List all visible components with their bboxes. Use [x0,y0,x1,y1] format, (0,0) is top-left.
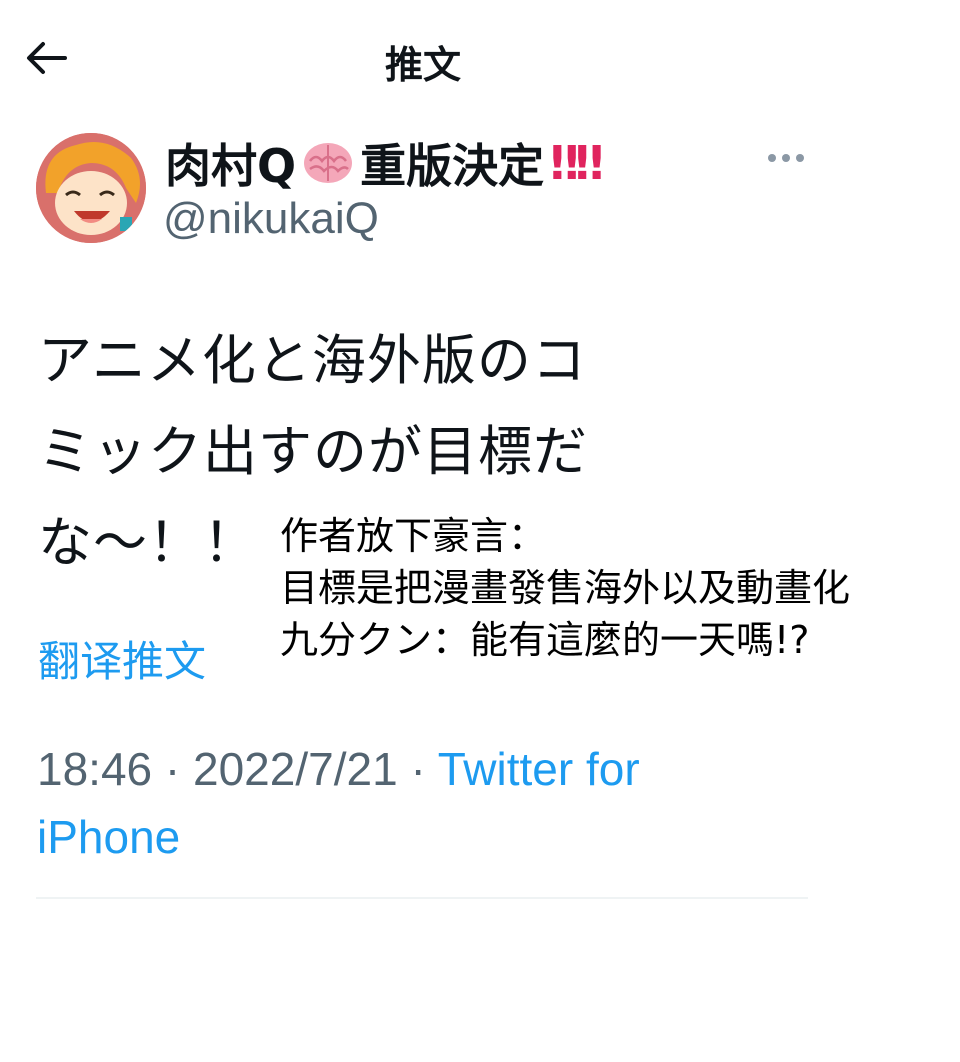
caption-line: 九分クン：能有這麼的一天嗎!? [280,618,810,662]
double-exclamation-icon: ‼‼ [550,136,604,190]
overlay-caption: 作者放下豪言： 目標是把漫畫發售海外以及動畫化 九分クン：能有這麼的一天嗎!? [280,510,950,666]
avatar-image [36,133,146,243]
page-title: 推文 [384,43,461,87]
meta-separator: · [410,743,426,795]
tweet-time: 18:46 [37,743,153,795]
translate-tweet-link[interactable]: 翻译推文 [38,628,206,689]
avatar[interactable] [36,133,146,243]
display-name[interactable]: 肉村Q 重版決定 ‼‼ [165,130,604,196]
source-line1: Twitter for [437,743,640,795]
divider [36,897,808,899]
meta-separator: · [164,743,181,795]
more-horizontal-icon [768,154,804,162]
tweet-meta: 18:46 · 2022/7/21 · Twitter for iPhone [37,735,817,871]
more-button[interactable] [760,140,812,176]
caption-line: 作者放下豪言： [280,514,547,558]
tweet-text-line: アニメ化と海外版のコ [38,329,587,392]
tweet-text-line: ミック出すのが目標だ [38,420,588,483]
caption-line: 目標是把漫畫發售海外以及動畫化 [280,566,851,610]
brain-emoji-icon [302,139,354,187]
top-bar: 推文 [0,0,960,115]
user-handle[interactable]: @nikukaiQ [163,194,379,244]
source-line2: iPhone [37,811,181,863]
display-name-part2: 重版決定 [360,139,545,193]
tweet-date: 2022/7/21 [193,743,398,795]
display-name-part1: 肉村Q [165,139,297,193]
